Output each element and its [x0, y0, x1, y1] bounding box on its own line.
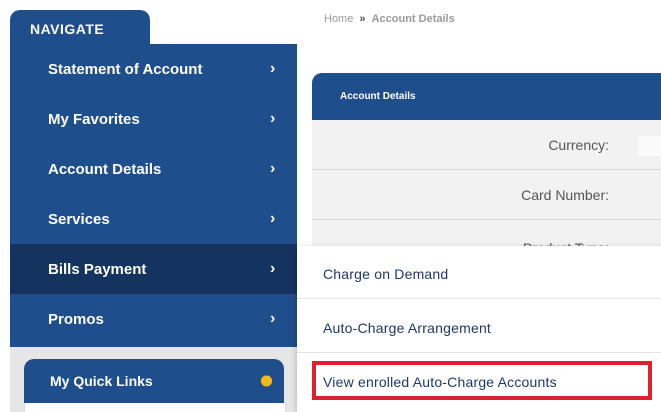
- sidebar-item-my-favorites[interactable]: My Favorites ›: [10, 94, 297, 144]
- chevron-right-icon: ›: [270, 210, 276, 227]
- chevron-right-icon: ›: [270, 160, 276, 177]
- chevron-right-icon: ›: [270, 260, 276, 277]
- submenu-item-auto-charge-arrangement[interactable]: Auto-Charge Arrangement: [297, 303, 661, 353]
- detail-value: [638, 136, 661, 156]
- breadcrumb-current: Account Details: [371, 13, 455, 25]
- sidebar-item-label: Promos: [48, 310, 104, 328]
- sidebar-item-label: Bills Payment: [48, 260, 147, 278]
- chevron-right-icon: ›: [270, 60, 276, 77]
- breadcrumb-separator: »: [359, 13, 366, 25]
- sidebar-item-statement-of-account[interactable]: Statement of Account ›: [10, 44, 297, 94]
- card-title: Account Details: [312, 73, 661, 120]
- sidebar-item-services[interactable]: Services ›: [10, 194, 297, 244]
- sidebar-item-label: My Favorites: [48, 110, 140, 128]
- detail-row-card-number: Card Number:: [312, 170, 661, 220]
- highlight-box: [312, 361, 652, 400]
- quick-links-header[interactable]: My Quick Links: [24, 359, 284, 403]
- navigate-title: NAVIGATE: [30, 21, 105, 37]
- detail-label: Currency:: [548, 136, 609, 153]
- quick-links-body: [24, 403, 286, 412]
- chevron-right-icon: ›: [270, 110, 276, 127]
- sidebar-item-account-details[interactable]: Account Details ›: [10, 144, 297, 194]
- sidebar-item-promos[interactable]: Promos ›: [10, 294, 297, 344]
- detail-label: Card Number:: [521, 186, 609, 203]
- navigate-tab: NAVIGATE: [10, 10, 150, 48]
- sidebar-item-label: Statement of Account: [48, 60, 203, 78]
- sidebar-item-label: Services: [48, 210, 110, 228]
- sidebar-item-bills-payment[interactable]: Bills Payment ›: [10, 244, 297, 294]
- sidebar-nav: Statement of Account › My Favorites › Ac…: [10, 44, 297, 347]
- breadcrumb: Home » Account Details: [324, 13, 455, 25]
- chevron-right-icon: ›: [270, 310, 276, 327]
- quick-links-label: My Quick Links: [50, 373, 153, 389]
- sidebar-item-label: Account Details: [48, 160, 162, 178]
- gear-icon[interactable]: [261, 375, 272, 387]
- submenu-item-charge-on-demand[interactable]: Charge on Demand: [297, 249, 661, 299]
- detail-row-currency: Currency:: [312, 120, 661, 170]
- breadcrumb-home[interactable]: Home: [324, 13, 353, 25]
